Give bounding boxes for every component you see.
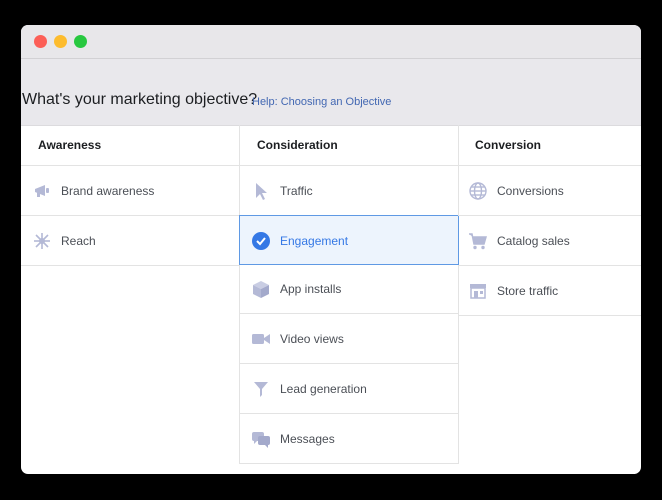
objective-brand-awareness[interactable]: Brand awareness <box>21 166 239 216</box>
objective-catalog-sales[interactable]: Catalog sales <box>458 216 641 266</box>
help-link[interactable]: Help: Choosing an Objective <box>252 96 391 108</box>
column-title: Conversion <box>458 125 641 166</box>
app-window: What's your marketing objective? Help: C… <box>21 25 641 474</box>
objective-label: Messages <box>280 432 335 446</box>
megaphone-icon <box>35 185 49 197</box>
objective-label: Traffic <box>280 184 313 198</box>
video-camera-icon <box>252 334 270 344</box>
column-conversion: Conversion Conversions Catalog sales Sto… <box>458 125 641 316</box>
objective-label: Store traffic <box>497 284 559 298</box>
minimize-window-button[interactable] <box>54 35 67 48</box>
objective-header: What's your marketing objective? Help: C… <box>21 59 641 126</box>
title-bar <box>21 25 641 59</box>
objective-label: Engagement <box>280 234 349 248</box>
globe-icon <box>469 182 487 200</box>
reach-icon <box>34 233 50 249</box>
column-title: Consideration <box>240 125 458 166</box>
zoom-window-button[interactable] <box>74 35 87 48</box>
objective-label: Conversions <box>497 184 564 198</box>
funnel-icon <box>254 382 268 397</box>
store-icon <box>470 284 486 299</box>
objective-lead-generation[interactable]: Lead generation <box>240 364 458 414</box>
box-icon <box>253 281 269 298</box>
objective-video-views[interactable]: Video views <box>240 314 458 364</box>
close-window-button[interactable] <box>34 35 47 48</box>
column-awareness: Awareness Brand awareness Reach <box>21 125 239 266</box>
objective-messages[interactable]: Messages <box>240 414 458 464</box>
objective-store-traffic[interactable]: Store traffic <box>458 266 641 316</box>
objective-app-installs[interactable]: App installs <box>240 264 458 314</box>
objective-conversions[interactable]: Conversions <box>458 166 641 216</box>
objective-label: Brand awareness <box>61 184 155 198</box>
chat-bubbles-icon <box>252 432 270 448</box>
objective-engagement[interactable]: Engagement <box>239 215 459 265</box>
column-consideration: Consideration Traffic Engagement App ins… <box>239 125 459 464</box>
check-circle-icon <box>252 232 270 250</box>
objective-label: Video views <box>280 332 344 346</box>
objective-label: App installs <box>280 282 342 296</box>
objective-label: Lead generation <box>280 382 367 396</box>
cursor-icon <box>256 183 267 200</box>
objective-traffic[interactable]: Traffic <box>240 166 458 216</box>
cart-icon <box>469 233 487 250</box>
objective-label: Reach <box>61 234 96 248</box>
page-title: What's your marketing objective? <box>22 91 258 108</box>
objective-label: Catalog sales <box>497 234 570 248</box>
objective-reach[interactable]: Reach <box>21 216 239 266</box>
column-title: Awareness <box>21 125 239 166</box>
objective-columns: Awareness Brand awareness Reach Consider… <box>21 125 641 474</box>
